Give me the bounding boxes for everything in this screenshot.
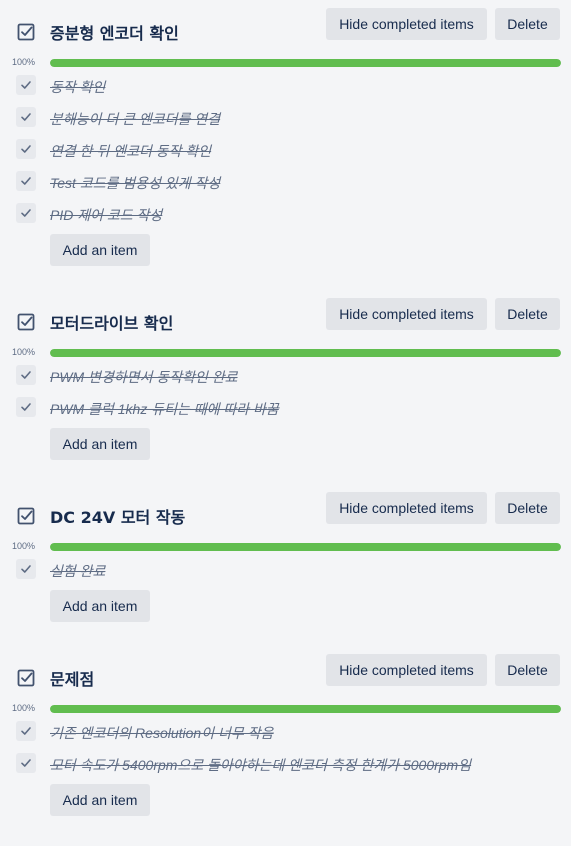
progress-percent: 100% [12, 57, 36, 67]
checklist-item[interactable]: PWM 변경하면서 동작확인 완료 [0, 358, 571, 390]
delete-button[interactable]: Delete [495, 654, 560, 686]
progress-bar [50, 543, 561, 551]
item-checkbox[interactable] [16, 75, 36, 95]
progress-percent: 100% [12, 703, 36, 713]
item-checkbox[interactable] [16, 365, 36, 385]
checklist-item[interactable]: 기존 엔코더의 Resolution이 너무 작음 [0, 714, 571, 746]
checklist-title[interactable]: 문제점 [50, 666, 94, 690]
checkmark-icon [21, 759, 31, 767]
checkbox-checked-icon [17, 669, 35, 687]
checklist: 모터드라이브 확인 Hide completed items Delete 10… [0, 298, 571, 460]
checkmark-icon [21, 727, 31, 735]
checklist-item[interactable]: Test 코드를 범용성 있게 작성 [0, 164, 571, 196]
checklist-items: 기존 엔코더의 Resolution이 너무 작음 모터 속도가 5400rpm… [0, 714, 571, 778]
add-item-button[interactable]: Add an item [50, 234, 150, 266]
checklist-items: PWM 변경하면서 동작확인 완료 PWM 클럭 1khz 듀티는 때에 따라 … [0, 358, 571, 422]
delete-button[interactable]: Delete [495, 492, 560, 524]
progress-fill [50, 543, 561, 551]
hide-completed-button[interactable]: Hide completed items [326, 298, 487, 330]
checklist: DC 24V 모터 작동 Hide completed items Delete… [0, 492, 571, 622]
checklist-header: DC 24V 모터 작동 Hide completed items Delete [0, 492, 571, 532]
hide-completed-button[interactable]: Hide completed items [326, 8, 487, 40]
checklist-item[interactable]: 모터 속도가 5400rpm으로 돌아야하는데 엔코더 측정 한계가 5000r… [0, 746, 571, 778]
item-checkbox[interactable] [16, 397, 36, 417]
item-text[interactable]: PID 제어 코드 작성 [50, 205, 162, 225]
delete-button[interactable]: Delete [495, 8, 560, 40]
checkbox-checked-icon [17, 313, 35, 331]
item-text[interactable]: 연결 한 뒤 엔코더 동작 확인 [50, 141, 211, 161]
checklist-item[interactable]: 연결 한 뒤 엔코더 동작 확인 [0, 132, 571, 164]
progress-fill [50, 349, 561, 357]
progress-bar [50, 349, 561, 357]
checkmark-icon [21, 209, 31, 217]
checkmark-icon [21, 177, 31, 185]
item-text[interactable]: 분해능이 더 큰 엔코더를 연결 [50, 109, 220, 129]
add-item-button[interactable]: Add an item [50, 590, 150, 622]
add-item-button[interactable]: Add an item [50, 784, 150, 816]
progress-fill [50, 705, 561, 713]
progress-percent: 100% [12, 347, 36, 357]
hide-completed-button[interactable]: Hide completed items [326, 492, 487, 524]
progress-row: 100% [0, 48, 571, 67]
item-checkbox[interactable] [16, 559, 36, 579]
checklist-item[interactable]: 동작 확인 [0, 68, 571, 100]
checkbox-checked-icon [17, 507, 35, 525]
checklist: 문제점 Hide completed items Delete 100% 기존 … [0, 654, 571, 816]
checkbox-checked-icon [17, 23, 35, 41]
progress-fill [50, 59, 561, 67]
hide-completed-button[interactable]: Hide completed items [326, 654, 487, 686]
progress-percent: 100% [12, 541, 36, 551]
checkmark-icon [21, 565, 31, 573]
item-text[interactable]: PWM 클럭 1khz 듀티는 때에 따라 바꿈 [50, 399, 279, 419]
progress-row: 100% [0, 338, 571, 357]
checklist-header: 증분형 엔코더 확인 Hide completed items Delete [0, 8, 571, 48]
item-text[interactable]: Test 코드를 범용성 있게 작성 [50, 173, 220, 193]
checklist-item[interactable]: PID 제어 코드 작성 [0, 196, 571, 228]
checklist-title[interactable]: 모터드라이브 확인 [50, 310, 173, 334]
checkmark-icon [21, 371, 31, 379]
item-text[interactable]: 동작 확인 [50, 77, 105, 97]
checklist-item[interactable]: 실험 완료 [0, 552, 571, 584]
item-checkbox[interactable] [16, 139, 36, 159]
item-text[interactable]: 기존 엔코더의 Resolution이 너무 작음 [50, 723, 273, 743]
delete-button[interactable]: Delete [495, 298, 560, 330]
progress-bar [50, 705, 561, 713]
item-text[interactable]: 모터 속도가 5400rpm으로 돌아야하는데 엔코더 측정 한계가 5000r… [50, 755, 471, 775]
checklist-header: 문제점 Hide completed items Delete [0, 654, 571, 694]
checkmark-icon [21, 145, 31, 153]
checklist-item[interactable]: 분해능이 더 큰 엔코더를 연결 [0, 100, 571, 132]
checklist: 증분형 엔코더 확인 Hide completed items Delete 1… [0, 8, 571, 266]
checkmark-icon [21, 81, 31, 89]
checklist-title[interactable]: 증분형 엔코더 확인 [50, 20, 179, 44]
checklist-title[interactable]: DC 24V 모터 작동 [50, 504, 185, 528]
checklist-items: 동작 확인 분해능이 더 큰 엔코더를 연결 연결 한 뒤 엔코더 동작 확인 … [0, 68, 571, 228]
checklist-item[interactable]: PWM 클럭 1khz 듀티는 때에 따라 바꿈 [0, 390, 571, 422]
add-item-button[interactable]: Add an item [50, 428, 150, 460]
checkmark-icon [21, 403, 31, 411]
item-checkbox[interactable] [16, 753, 36, 773]
checklist-items: 실험 완료 [0, 552, 571, 584]
progress-row: 100% [0, 694, 571, 713]
checkmark-icon [21, 113, 31, 121]
item-checkbox[interactable] [16, 203, 36, 223]
progress-bar [50, 59, 561, 67]
item-checkbox[interactable] [16, 107, 36, 127]
item-text[interactable]: 실험 완료 [50, 561, 105, 581]
checklist-header: 모터드라이브 확인 Hide completed items Delete [0, 298, 571, 338]
item-checkbox[interactable] [16, 721, 36, 741]
item-text[interactable]: PWM 변경하면서 동작확인 완료 [50, 367, 238, 387]
progress-row: 100% [0, 532, 571, 551]
item-checkbox[interactable] [16, 171, 36, 191]
